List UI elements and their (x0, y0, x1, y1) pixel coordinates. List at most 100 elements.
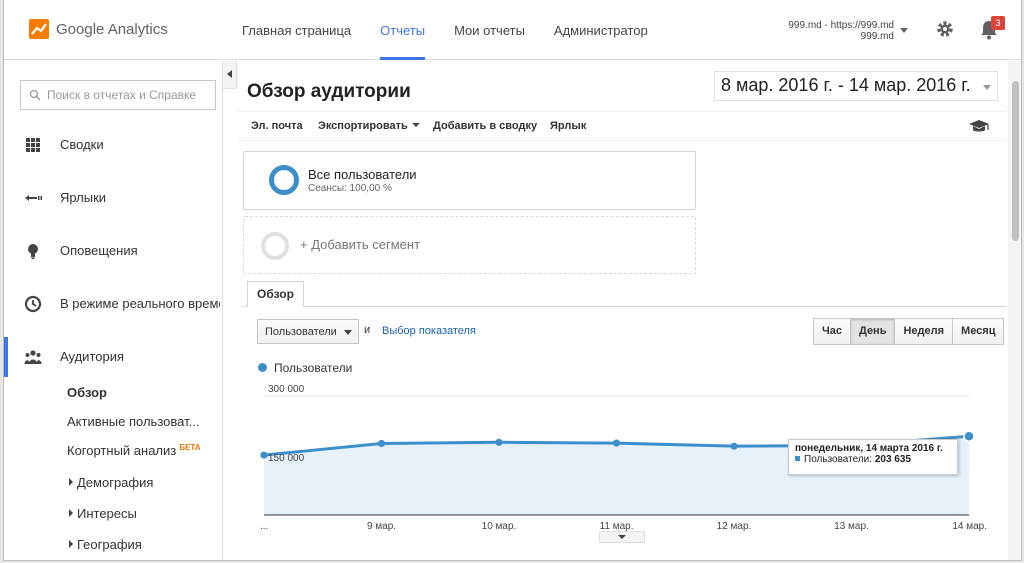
nav-reports[interactable]: Отчеты (380, 0, 426, 60)
caret-right-icon (69, 509, 73, 517)
tooltip-label: Пользователи: (804, 454, 873, 465)
vertical-scrollbar[interactable] (1008, 61, 1021, 560)
data-point (612, 439, 621, 447)
segment-sessions: Сеансы: 100,00 % (308, 183, 392, 194)
expand-handle[interactable] (599, 531, 645, 543)
sidebar-collapse-button[interactable] (223, 61, 237, 89)
email-button[interactable]: Эл. почта (251, 120, 303, 132)
export-label: Экспортировать (318, 120, 408, 132)
month-button[interactable]: Месяц (953, 319, 1004, 344)
nav-home[interactable]: Главная страница (242, 0, 351, 60)
add-segment-button[interactable]: + Добавить сегмент (243, 216, 696, 274)
legend-label: Пользователи (274, 361, 353, 375)
select-metric-link[interactable]: Выбор показателя (382, 325, 476, 337)
shortcut-icon (25, 195, 42, 201)
segment-all-users[interactable]: Все пользователи Сеансы: 100,00 % (243, 151, 696, 210)
sidebar-item-dashboards[interactable]: Сводки (4, 125, 223, 165)
sidebar-sub-cohort[interactable]: Когортный анализ БЕТА (67, 443, 200, 458)
shortcut-button[interactable]: Ярлык (550, 120, 586, 132)
y-tick-label: 150 000 (268, 453, 305, 464)
empty-ring-icon (261, 232, 289, 260)
x-tick-label: ... (260, 521, 268, 532)
sidebar-item-label: Аудитория (60, 349, 125, 364)
people-icon (24, 350, 42, 364)
chevron-down-icon[interactable] (900, 28, 908, 33)
data-point (260, 451, 268, 459)
analytics-logo-icon (29, 19, 49, 39)
main-nav: Главная страница Отчеты Мои отчеты Админ… (242, 0, 677, 60)
page-title: Обзор аудитории (247, 81, 411, 102)
chevron-down-icon (411, 123, 420, 127)
notification-badge[interactable]: 3 (991, 16, 1005, 30)
sidebar: Поиск в отчетах и Справке Сводки Ярлыки … (4, 61, 223, 560)
hour-button[interactable]: Час (814, 319, 851, 344)
sidebar-item-shortcuts[interactable]: Ярлыки (4, 178, 223, 218)
grid-icon (26, 138, 40, 152)
sidebar-sub-demographics[interactable]: Демография (69, 475, 153, 490)
nav-admin[interactable]: Администратор (554, 0, 648, 60)
date-range-text: 8 мар. 2016 г. - 14 мар. 2016 г. (721, 75, 971, 95)
y-tick-label: 300 000 (268, 384, 305, 395)
nav-my-reports[interactable]: Мои отчеты (454, 0, 525, 60)
data-point (730, 442, 738, 450)
x-tick-label: 9 мар. (367, 521, 396, 532)
search-input[interactable]: Поиск в отчетах и Справке (20, 80, 216, 110)
geo-label: География (77, 537, 142, 552)
search-icon (29, 89, 41, 101)
account-selector[interactable]: 999.md - https://999.md 999.md (764, 20, 894, 42)
data-point (963, 430, 975, 443)
tooltip-value-row: Пользователи: 203 635 (795, 454, 951, 465)
sidebar-sub-interests[interactable]: Интересы (69, 506, 137, 521)
chevron-down-icon (983, 85, 991, 90)
legend-dot (258, 363, 267, 372)
logo-text: Google Analytics (56, 20, 168, 38)
gear-icon[interactable] (935, 19, 955, 39)
chart-legend: Пользователи (258, 361, 352, 375)
tooltip-date: понедельник, 14 марта 2016 г. (795, 443, 943, 454)
sidebar-item-realtime[interactable]: В режиме реального времени (4, 284, 223, 324)
interests-label: Интересы (77, 506, 137, 521)
export-button[interactable]: Экспортировать (318, 120, 420, 132)
clock-icon (24, 295, 42, 313)
data-point (495, 438, 503, 446)
x-tick-label: 10 мар. (482, 521, 517, 532)
tooltip-value: 203 635 (874, 454, 911, 465)
week-button[interactable]: Неделя (895, 319, 954, 344)
demographics-label: Демография (77, 475, 154, 490)
x-tick-label: 13 мар. (834, 521, 869, 532)
scrollbar-thumb[interactable] (1012, 81, 1019, 241)
main-content: Обзор аудитории 8 мар. 2016 г. - 14 мар.… (238, 61, 1006, 560)
report-toolbar: Эл. почта Экспортировать Добавить в свод… (238, 111, 1006, 141)
date-range-picker[interactable]: 8 мар. 2016 г. - 14 мар. 2016 г. (714, 71, 998, 101)
sidebar-sub-active-users[interactable]: Активные пользоват... (67, 414, 199, 429)
lightbulb-icon (28, 244, 38, 259)
beta-badge: БЕТА (179, 443, 201, 452)
tooltip-series-marker (795, 456, 800, 461)
chevron-down-icon (344, 330, 352, 335)
top-header: Google Analytics Главная страница Отчеты… (4, 0, 1021, 60)
granularity-toggle: Час День Неделя Месяц (813, 318, 1005, 345)
tab-overview[interactable]: Обзор (247, 281, 304, 307)
and-label: и (364, 324, 371, 336)
sidebar-sub-overview[interactable]: Обзор (67, 385, 107, 400)
account-line1: 999.md - https://999.md (788, 20, 894, 31)
add-to-dashboard-button[interactable]: Добавить в сводку (433, 120, 537, 132)
caret-right-icon (69, 540, 73, 548)
segment-ring-icon (269, 165, 299, 195)
app-window: Google Analytics Главная страница Отчеты… (3, 0, 1022, 561)
sidebar-item-label: В режиме реального времени (60, 296, 220, 311)
metric-select[interactable]: Пользователи (257, 319, 359, 344)
tabs-divider (243, 306, 1006, 307)
sidebar-item-alerts[interactable]: Оповещения (4, 231, 223, 271)
sidebar-sub-geo[interactable]: География (69, 537, 142, 552)
sidebar-item-label: Сводки (60, 137, 104, 152)
day-button[interactable]: День (850, 319, 896, 344)
cohort-label: Когортный анализ (67, 443, 177, 458)
graduation-cap-icon[interactable] (968, 119, 990, 135)
caret-right-icon (69, 478, 73, 486)
logo[interactable]: Google Analytics (28, 18, 168, 40)
account-line2: 999.md (860, 31, 894, 42)
search-placeholder: Поиск в отчетах и Справке (47, 88, 197, 102)
sidebar-item-audience[interactable]: Аудитория (4, 337, 223, 377)
metric-select-value: Пользователи (265, 326, 337, 338)
